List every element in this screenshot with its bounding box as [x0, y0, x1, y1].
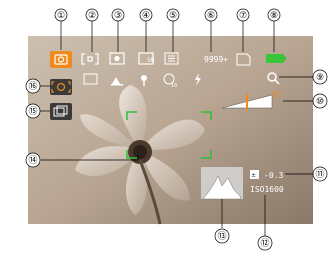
svg-text:②: ②: [88, 10, 96, 20]
callout-14: ⑭: [25, 152, 41, 168]
exposure-comp-value: -0.3: [264, 171, 283, 180]
callout-13: ⑬: [214, 228, 230, 244]
callout-2: ②: [85, 8, 99, 22]
callout-10: ⑩: [312, 93, 328, 109]
battery-icon: [266, 54, 286, 63]
svg-text:⑨: ⑨: [316, 72, 324, 82]
svg-text:⑬: ⑬: [217, 231, 226, 241]
camera-mode-icon[interactable]: [50, 51, 72, 68]
callout-3: ③: [111, 8, 125, 22]
svg-text:⑭: ⑭: [28, 155, 37, 165]
svg-text:①: ①: [57, 10, 65, 20]
shots-remaining: 9999+: [204, 55, 228, 64]
histogram-icon: [201, 167, 243, 200]
callout-1: ①: [54, 8, 68, 22]
callout-15: ⑮: [25, 103, 41, 119]
camera-lcd-diagram: 5M 9999+ 10 ± -0.3 ISO1600 ① ② ③ ④ ⑤ ⑥ ⑦…: [25, 8, 328, 251]
iso-value: ISO1600: [250, 185, 284, 194]
svg-text:⑯: ⑯: [28, 81, 37, 91]
svg-text:③: ③: [114, 10, 122, 20]
zoom-marker: [246, 94, 248, 110]
image-size-label: 5M: [147, 57, 155, 64]
svg-text:⑪: ⑪: [315, 169, 324, 179]
callout-16: ⑯: [25, 78, 41, 94]
svg-text:⑮: ⑮: [28, 106, 37, 116]
callout-8: ⑧: [267, 8, 281, 22]
callout-9: ⑨: [312, 69, 328, 85]
svg-text:⑫: ⑫: [260, 238, 269, 248]
callout-11: ⑪: [312, 166, 328, 182]
ev-icon: ±: [250, 170, 259, 179]
callout-12: ⑫: [257, 235, 273, 251]
callout-4: ④: [139, 8, 153, 22]
svg-text:⑥: ⑥: [207, 10, 215, 20]
svg-text:⑤: ⑤: [169, 10, 177, 20]
svg-text:⑩: ⑩: [316, 96, 324, 106]
svg-text:⑦: ⑦: [239, 10, 247, 20]
self-timer-label: 10: [171, 83, 177, 89]
callout-6: ⑥: [204, 8, 218, 22]
callout-5: ⑤: [166, 8, 180, 22]
continuous-shot-icon[interactable]: [50, 103, 72, 120]
svg-text:④: ④: [142, 10, 150, 20]
svg-text:⑧: ⑧: [270, 10, 278, 20]
svg-text:±: ±: [251, 172, 256, 179]
callout-7: ⑦: [236, 8, 250, 22]
face-detect-icon[interactable]: [50, 79, 72, 95]
